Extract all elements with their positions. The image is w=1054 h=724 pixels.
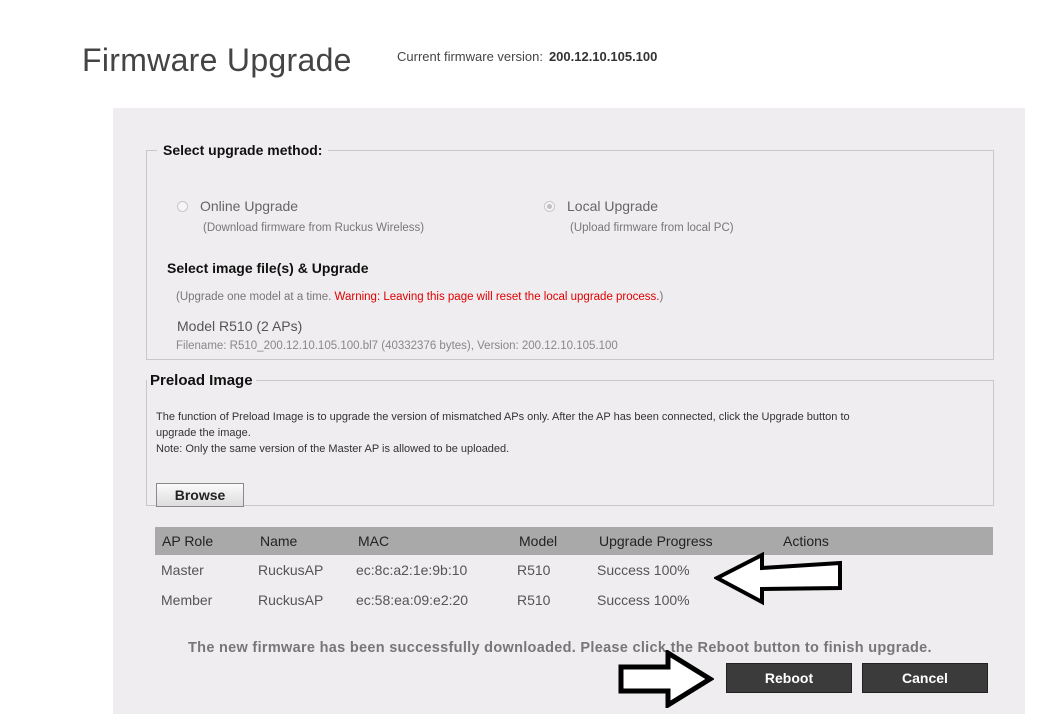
cell-name: RuckusAP: [258, 562, 324, 578]
upgrade-warning: Warning: Leaving this page will reset th…: [334, 291, 660, 303]
cell-name: RuckusAP: [258, 592, 324, 608]
ap-table-header: AP Role Name MAC Model Upgrade Progress …: [155, 527, 993, 555]
cell-ap-role: Master: [161, 562, 204, 578]
online-upgrade-label: Online Upgrade: [200, 198, 299, 214]
cell-model: R510: [517, 592, 551, 608]
download-success-message: The new firmware has been successfully d…: [188, 640, 932, 656]
upgrade-panel: Select upgrade method: Online Upgrade (D…: [113, 108, 1025, 714]
col-mac: MAC: [358, 533, 390, 549]
local-upgrade-radio[interactable]: [544, 200, 555, 212]
preload-line-3: Note: Only the same version of the Maste…: [156, 443, 510, 455]
local-upgrade-option[interactable]: Local Upgrade: [544, 198, 658, 214]
online-upgrade-radio[interactable]: [177, 200, 188, 212]
local-upgrade-sub: (Upload firmware from local PC): [570, 222, 734, 234]
cell-upgrade-progress: Success 100%: [597, 562, 690, 578]
col-actions: Actions: [783, 533, 829, 549]
online-upgrade-sub: (Download firmware from Ruckus Wireless): [203, 222, 425, 234]
browse-button[interactable]: Browse: [156, 483, 244, 507]
left-arrow-annotation-icon: [714, 552, 842, 606]
upgrade-method-fieldset: Select upgrade method: Online Upgrade (D…: [146, 142, 994, 360]
cancel-button[interactable]: Cancel: [862, 663, 988, 693]
upgrade-note: (Upgrade one model at a time. Warning: L…: [176, 291, 663, 303]
preload-line-1: The function of Preload Image is to upgr…: [156, 411, 850, 423]
preload-image-fieldset: Preload Image The function of Preload Im…: [146, 372, 994, 507]
upgrade-note-suffix: ): [659, 291, 664, 303]
firmware-version-value: 200.12.10.105.100: [548, 49, 658, 64]
right-arrow-annotation-icon: [618, 650, 714, 708]
table-row: Member RuckusAP ec:58:ea:09:e2:20 R510 S…: [155, 586, 993, 616]
preload-image-legend: Preload Image: [150, 372, 253, 389]
cell-mac: ec:8c:a2:1e:9b:10: [356, 562, 468, 578]
col-ap-role: AP Role: [162, 533, 214, 549]
upgrade-method-legend: Select upgrade method:: [163, 142, 323, 158]
page-title: Firmware Upgrade: [82, 42, 352, 78]
reboot-button[interactable]: Reboot: [726, 663, 852, 693]
preload-line-2: upgrade the image.: [156, 427, 251, 439]
local-upgrade-label: Local Upgrade: [567, 198, 659, 214]
cell-model: R510: [517, 562, 551, 578]
firmware-version: Current firmware version: 200.12.10.105.1…: [397, 49, 657, 64]
cell-ap-role: Member: [161, 592, 213, 608]
col-upgrade-progress: Upgrade Progress: [599, 533, 713, 549]
online-upgrade-option[interactable]: Online Upgrade: [177, 198, 298, 214]
cell-upgrade-progress: Success 100%: [597, 592, 690, 608]
table-row: Master RuckusAP ec:8c:a2:1e:9b:10 R510 S…: [155, 556, 993, 586]
col-model: Model: [519, 533, 558, 549]
firmware-filename: Filename: R510_200.12.10.105.100.bl7 (40…: [176, 340, 618, 352]
preload-description: The function of Preload Image is to upgr…: [156, 409, 976, 457]
cell-mac: ec:58:ea:09:e2:20: [356, 592, 469, 608]
firmware-version-label: Current firmware version:: [397, 49, 543, 64]
col-name: Name: [260, 533, 298, 549]
model-name: Model R510 (2 APs): [177, 318, 303, 334]
upgrade-note-prefix: (Upgrade one model at a time.: [176, 291, 332, 303]
image-file-heading: Select image file(s) & Upgrade: [167, 260, 369, 276]
